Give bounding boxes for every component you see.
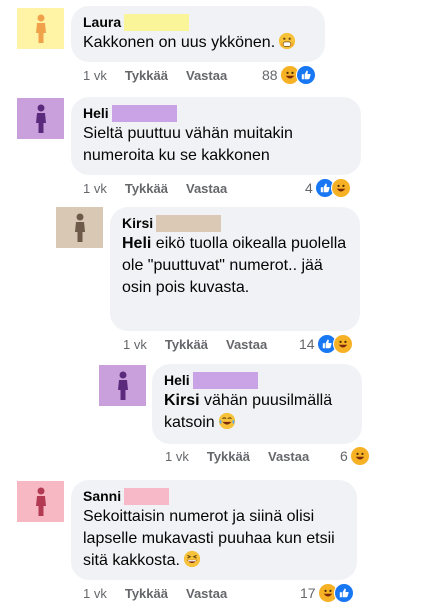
comment-text: Kirsi vähän puusilmällä katsoin (164, 392, 333, 431)
comment-text: Sieltä puuttuu vähän muitakin numeroita … (83, 125, 293, 164)
redacted-surname (156, 215, 222, 232)
comment-text: Kakkonen on uus ykkönen. (83, 32, 313, 54)
reaction-summary[interactable]: 88 (262, 64, 316, 86)
reaction-count: 88 (262, 67, 278, 83)
comment-bubble: Kirsi Heli eikö tuolla oikealla puolella… (110, 207, 360, 331)
commenter-name[interactable]: Sanni (83, 488, 121, 505)
like-reaction-icon (333, 583, 354, 603)
commenter-name[interactable]: Kirsi (122, 215, 153, 232)
person-figure-icon (35, 14, 46, 43)
reply-link[interactable]: Vastaa (186, 179, 227, 199)
commenter-name[interactable]: Heli (164, 372, 190, 389)
comment-actions: 1 vk Tykkää Vastaa (83, 584, 227, 604)
redacted-surname (192, 372, 258, 389)
avatar[interactable] (99, 365, 146, 406)
mention-link[interactable]: Heli (122, 235, 151, 252)
comment-timestamp[interactable]: 1 vk (83, 584, 107, 604)
reaction-count: 6 (340, 448, 348, 464)
comment-timestamp[interactable]: 1 vk (123, 335, 147, 355)
reaction-count: 4 (305, 180, 313, 196)
comment-bubble: Heli Kirsi vähän puusilmällä katsoin (152, 364, 362, 444)
commenter-name[interactable]: Laura (83, 14, 121, 31)
reply-link[interactable]: Vastaa (186, 584, 227, 604)
comment-timestamp[interactable]: 1 vk (83, 66, 107, 86)
reply-link[interactable]: Vastaa (226, 335, 267, 355)
laugh-reaction-icon (330, 178, 351, 198)
reaction-summary[interactable]: 4 (305, 177, 351, 199)
comment-actions: 1 vk Tykkää Vastaa (123, 335, 267, 355)
hushed-grin-emoji (279, 32, 296, 50)
reply-link[interactable]: Vastaa (268, 447, 309, 467)
commenter-name[interactable]: Heli (83, 105, 109, 122)
like-link[interactable]: Tykkää (165, 335, 208, 355)
redacted-surname (124, 488, 170, 505)
reaction-summary[interactable]: 17 (300, 582, 354, 604)
tears-of-joy-emoji (218, 412, 235, 430)
redacted-surname (124, 14, 190, 31)
reaction-summary[interactable]: 6 (340, 445, 370, 467)
avatar[interactable] (17, 98, 64, 139)
comment-actions: 1 vk Tykkää Vastaa (83, 179, 227, 199)
like-link[interactable]: Tykkää (125, 66, 168, 86)
grinning-squint-emoji (183, 550, 201, 568)
avatar[interactable] (17, 8, 64, 49)
person-figure-icon (74, 213, 85, 242)
reaction-count: 14 (299, 336, 315, 352)
comment-timestamp[interactable]: 1 vk (165, 447, 189, 467)
avatar[interactable] (56, 207, 103, 248)
like-link[interactable]: Tykkää (125, 179, 168, 199)
person-figure-icon (35, 104, 46, 133)
comment-text: Sekoittaisin numerot ja siinä olisi laps… (83, 508, 335, 569)
mention-link[interactable]: Kirsi (164, 392, 200, 409)
comment-actions: 1 vk Tykkää Vastaa (83, 66, 227, 86)
person-figure-icon (35, 487, 46, 516)
person-figure-icon (117, 371, 128, 400)
comment-actions: 1 vk Tykkää Vastaa (165, 447, 309, 467)
reaction-summary[interactable]: 14 (299, 333, 353, 355)
comment-bubble: Sanni Sekoittaisin numerot ja siinä olis… (71, 480, 357, 580)
reaction-count: 17 (300, 585, 316, 601)
redacted-surname (111, 105, 177, 122)
comment-bubble: Heli Sieltä puuttuu vähän muitakin numer… (71, 97, 361, 175)
laugh-reaction-icon (349, 446, 370, 466)
comment-bubble: Laura Kakkonen on uus ykkönen. (71, 6, 325, 62)
reply-link[interactable]: Vastaa (186, 66, 227, 86)
like-link[interactable]: Tykkää (125, 584, 168, 604)
laugh-reaction-icon (332, 334, 353, 354)
like-link[interactable]: Tykkää (207, 447, 250, 467)
comment-timestamp[interactable]: 1 vk (83, 179, 107, 199)
like-reaction-icon (295, 65, 316, 85)
comment-text: Heli eikö tuolla oikealla puolella ole "… (122, 235, 347, 296)
avatar[interactable] (17, 481, 64, 522)
